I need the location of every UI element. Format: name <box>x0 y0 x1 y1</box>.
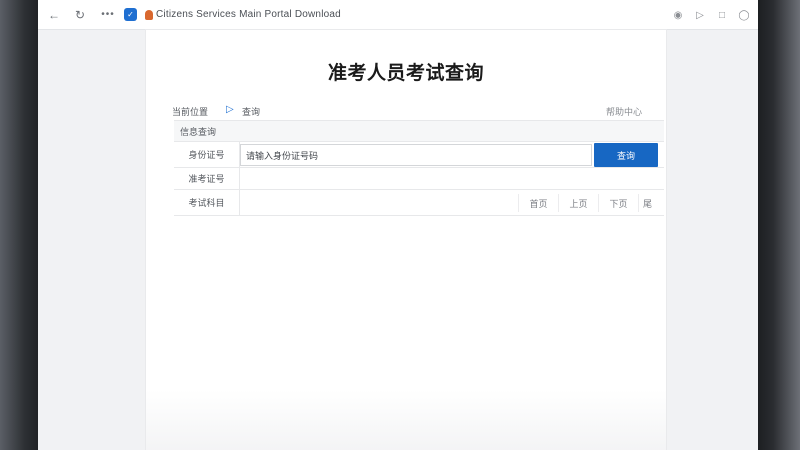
id-number-input[interactable]: 请输入身份证号码 <box>240 144 592 166</box>
pager-first[interactable]: 首页 <box>518 194 558 212</box>
play-icon[interactable]: ▷ <box>692 7 708 23</box>
ticket-label: 准考证号 <box>174 168 240 189</box>
page-shade <box>146 390 666 450</box>
pager-prev[interactable]: 上页 <box>558 194 598 212</box>
help-link[interactable]: 帮助中心 <box>606 105 642 118</box>
play-arrow-icon: ▷ <box>226 104 234 115</box>
extension-icon[interactable]: ◉ <box>670 7 686 23</box>
browser-window: ← ↻ ••• ✓ Citizens Services Main Portal … <box>38 0 758 450</box>
form-row-subject: 考试科目 首页 上页 下页 尾 <box>174 190 664 216</box>
pager-next[interactable]: 下页 <box>598 194 638 212</box>
form-row-id: 身份证号 请输入身份证号码 查询 <box>174 142 664 168</box>
back-icon[interactable]: ← <box>46 7 62 23</box>
subject-label: 考试科目 <box>174 190 240 215</box>
pager: 首页 上页 下页 尾 <box>518 194 656 212</box>
form-row-ticket: 准考证号 <box>174 168 664 190</box>
info-bar: 当前位置 ▷ 查询 帮助中心 <box>172 104 642 119</box>
id-label: 身份证号 <box>174 142 240 167</box>
breadcrumb: 当前位置 <box>172 107 209 117</box>
shield-icon: ✓ <box>124 8 137 21</box>
pager-last[interactable]: 尾 <box>638 194 656 212</box>
refresh-icon[interactable]: ↻ <box>72 7 88 23</box>
monitor-bezel-left <box>0 0 42 450</box>
form-header-row: 信息查询 <box>174 120 664 142</box>
menu-icon[interactable]: ◯ <box>736 7 752 23</box>
ticket-number-field[interactable] <box>240 168 664 189</box>
form-header-label: 信息查询 <box>180 126 217 137</box>
browser-toolbar: ← ↻ ••• ✓ Citizens Services Main Portal … <box>38 0 758 30</box>
favicon <box>145 9 153 20</box>
tab-icon[interactable]: □ <box>714 7 730 23</box>
more-icon[interactable]: ••• <box>100 7 116 23</box>
toolbar-actions: ◉ ▷ □ ◯ <box>670 7 752 23</box>
info-count: 查询 <box>242 107 261 117</box>
page-title: 准考人员考试查询 <box>327 62 484 84</box>
address-bar[interactable]: Citizens Services Main Portal Download <box>156 9 341 20</box>
monitor-bezel-right <box>755 0 800 450</box>
page-content: 准考人员考试查询 当前位置 ▷ 查询 帮助中心 信息查询 身份证号 请输入身份证… <box>146 30 666 450</box>
query-button[interactable]: 查询 <box>594 143 658 167</box>
query-form: 信息查询 身份证号 请输入身份证号码 查询 准考证号 考试科目 首页 上页 下页… <box>174 120 664 220</box>
